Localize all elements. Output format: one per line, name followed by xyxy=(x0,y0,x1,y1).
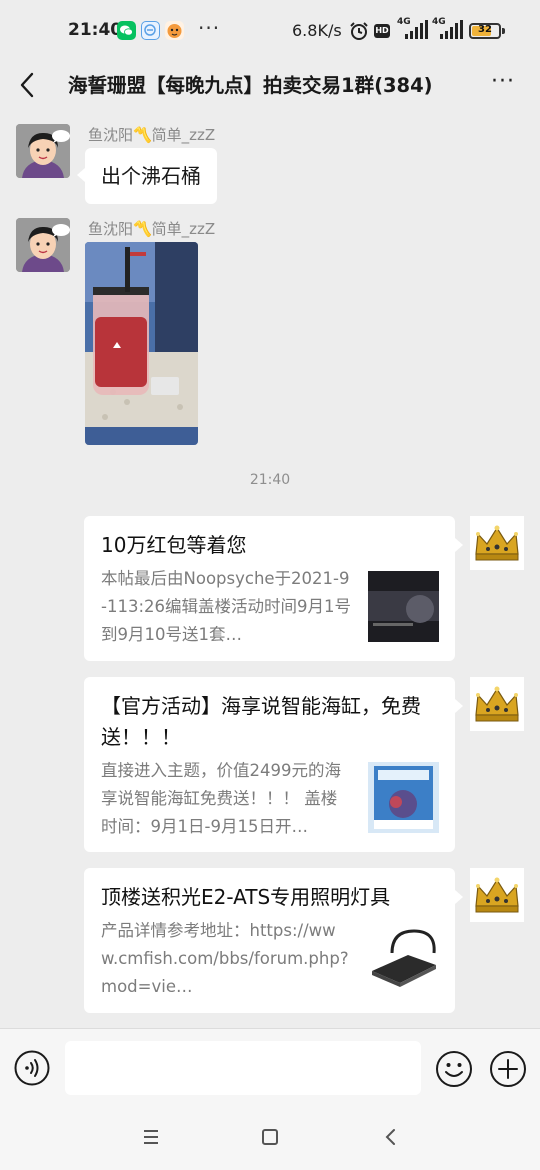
battery-icon: 32 xyxy=(469,23,501,39)
message-item: 顶楼送积光E2-ATS专用照明灯具 产品详情参考地址：https://www.c… xyxy=(0,866,540,1016)
card-title: 【官方活动】海享说智能海缸，免费送！！！ xyxy=(101,694,421,749)
message-item: 10万红包等着您 本帖最后由Noopsyche于2021-9-113:26编辑盖… xyxy=(0,514,540,664)
tiger-app-notification-icon xyxy=(165,21,184,40)
link-card[interactable]: 10万红包等着您 本帖最后由Noopsyche于2021-9-113:26编辑盖… xyxy=(84,516,463,661)
card-description: 本帖最后由Noopsyche于2021-9-113:26编辑盖楼活动时间9月1号… xyxy=(101,569,351,644)
home-icon xyxy=(262,1129,278,1145)
input-bar xyxy=(0,1028,540,1104)
sender-name: 鱼沈阳〽️简单_zzZ xyxy=(88,220,216,238)
aquarium-box-thumbnail-image xyxy=(368,762,439,833)
chevron-left-icon xyxy=(20,72,34,98)
chat-more-button[interactable]: ··· xyxy=(486,71,520,96)
system-navigation-bar xyxy=(0,1104,540,1170)
alarm-icon xyxy=(348,20,370,46)
chat-title: 海誓珊盟【每晚九点】拍卖交易1群(384) xyxy=(68,74,433,97)
browser-notification-icon xyxy=(141,21,160,40)
nav-menu-button[interactable] xyxy=(138,1124,164,1150)
message-item: 鱼沈阳〽️简单_zzZ 出个沸石桶 xyxy=(0,106,540,206)
card-title: 10万红包等着您 xyxy=(101,533,247,557)
back-button[interactable] xyxy=(12,66,46,102)
card-thumbnail xyxy=(368,571,439,642)
zeolite-reactor-photo xyxy=(85,242,198,445)
crown-avatar-icon xyxy=(470,868,524,922)
message-list[interactable]: 鱼沈阳〽️简单_zzZ 出个沸石桶 鱼沈阳〽️简单_zzZ 21:40 10万红… xyxy=(0,106,540,1028)
sender-name: 鱼沈阳〽️简单_zzZ xyxy=(88,126,216,144)
crown-avatar-icon xyxy=(470,677,524,731)
card-thumbnail xyxy=(368,923,439,994)
avatar[interactable] xyxy=(16,124,70,178)
signal-label-2: 4G xyxy=(432,17,446,27)
avatar[interactable] xyxy=(470,516,524,570)
cartoon-avatar-icon xyxy=(16,124,70,178)
nav-home-button[interactable] xyxy=(257,1124,283,1150)
network-speed: 6.8K/s xyxy=(292,21,342,40)
message-image[interactable] xyxy=(85,242,198,445)
battery-level: 32 xyxy=(478,24,492,35)
equipment-thumbnail-image xyxy=(368,571,439,642)
card-title: 顶楼送积光E2-ATS专用照明灯具 xyxy=(101,885,391,909)
status-bar: 21:40 ··· 6.8K/s HD 4G 4G 32 xyxy=(0,0,540,62)
voice-button[interactable] xyxy=(14,1050,50,1086)
signal-label-1: 4G xyxy=(397,17,411,27)
avatar[interactable] xyxy=(470,868,524,922)
card-description: 产品详情参考地址：https://www.cmfish.com/bbs/foru… xyxy=(101,921,349,996)
link-card[interactable]: 顶楼送积光E2-ATS专用照明灯具 产品详情参考地址：https://www.c… xyxy=(84,868,463,1013)
chat-header: 海誓珊盟【每晚九点】拍卖交易1群(384) ··· xyxy=(0,62,540,106)
message-item: 【官方活动】海享说智能海缸，免费送！！！ 直接进入主题，价值2499元的海享说智… xyxy=(0,675,540,855)
emoji-icon xyxy=(436,1051,472,1087)
crown-avatar-icon xyxy=(470,516,524,570)
message-item: 鱼沈阳〽️简单_zzZ xyxy=(0,200,540,450)
cartoon-avatar-icon xyxy=(16,218,70,272)
menu-icon xyxy=(144,1130,158,1144)
link-card[interactable]: 【官方活动】海享说智能海缸，免费送！！！ 直接进入主题，价值2499元的海享说智… xyxy=(84,677,463,852)
message-input[interactable] xyxy=(65,1041,421,1095)
plus-icon xyxy=(490,1051,526,1087)
light-fixture-thumbnail-image xyxy=(368,923,439,994)
emoji-button[interactable] xyxy=(435,1050,473,1088)
wechat-notification-icon xyxy=(117,21,136,40)
avatar[interactable] xyxy=(470,677,524,731)
card-thumbnail xyxy=(368,762,439,833)
back-icon xyxy=(385,1129,395,1145)
message-timestamp: 21:40 xyxy=(249,472,291,488)
message-bubble[interactable]: 出个沸石桶 xyxy=(77,148,217,204)
avatar[interactable] xyxy=(16,218,70,272)
card-description: 直接进入主题，价值2499元的海享说智能海缸免费送！！！ 盖楼时间：9月1日-9… xyxy=(101,761,341,836)
status-time: 21:40 xyxy=(68,20,123,40)
voice-icon xyxy=(14,1050,50,1086)
more-functions-button[interactable] xyxy=(489,1050,527,1088)
hd-voice-badge: HD xyxy=(374,24,390,38)
nav-back-button[interactable] xyxy=(378,1124,404,1150)
more-notifications-indicator: ··· xyxy=(198,16,221,40)
